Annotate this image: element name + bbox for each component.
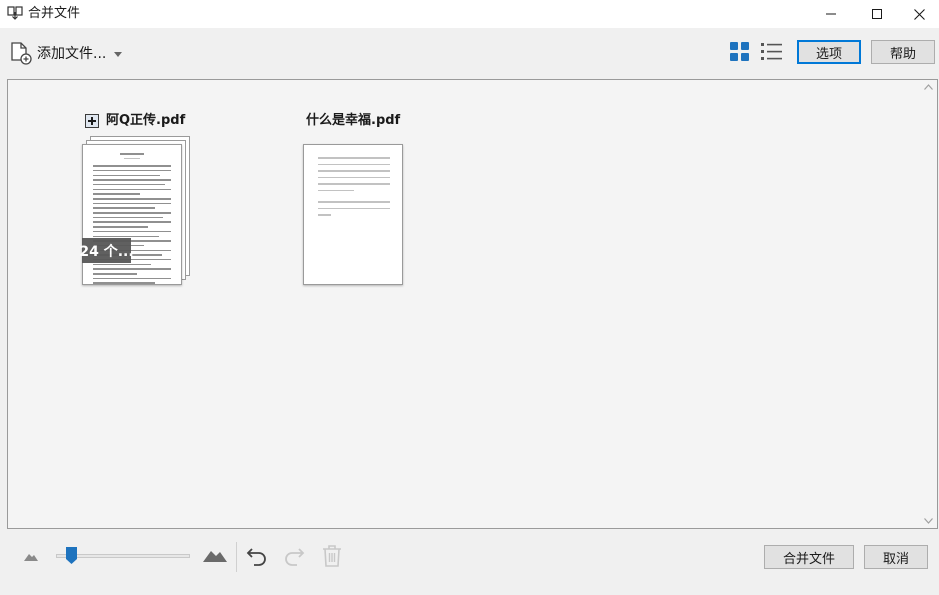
close-icon bbox=[914, 8, 925, 20]
list-view-icon[interactable] bbox=[761, 42, 782, 61]
vertical-scrollbar[interactable] bbox=[920, 80, 937, 528]
help-button[interactable]: 帮助 bbox=[871, 40, 935, 64]
title-bar: 合并文件 bbox=[0, 0, 939, 28]
merge-files-icon bbox=[7, 6, 23, 20]
grid-view-icon[interactable] bbox=[730, 42, 749, 61]
zoom-in-mountain-icon[interactable] bbox=[203, 546, 227, 562]
minimize-button[interactable] bbox=[808, 0, 854, 28]
expand-icon[interactable] bbox=[85, 114, 99, 128]
document-name: 阿Q正传.pdf bbox=[106, 113, 186, 128]
documents-panel[interactable]: 阿Q正传.pdf 什么是幸福.pdf bbox=[7, 79, 938, 529]
add-file-icon bbox=[11, 42, 32, 65]
chevron-down-icon[interactable] bbox=[114, 51, 123, 57]
redo-icon[interactable] bbox=[283, 545, 305, 567]
maximize-icon bbox=[872, 9, 882, 19]
cancel-button[interactable]: 取消 bbox=[864, 545, 928, 569]
maximize-button[interactable] bbox=[854, 0, 900, 28]
chevron-up-icon[interactable] bbox=[924, 84, 933, 90]
add-files-label: 添加文件... bbox=[37, 46, 107, 62]
bottom-bar: 合并文件 取消 bbox=[0, 530, 939, 595]
zoom-out-mountain-icon[interactable] bbox=[24, 551, 38, 561]
minimize-icon bbox=[826, 13, 836, 15]
undo-icon[interactable] bbox=[246, 545, 268, 567]
page-count-badge: 24 个... bbox=[79, 238, 134, 263]
close-button[interactable] bbox=[900, 0, 939, 28]
page-text-lines bbox=[93, 153, 171, 287]
separator bbox=[236, 542, 237, 572]
add-files-button[interactable]: 添加文件... bbox=[9, 40, 123, 66]
options-button[interactable]: 选项 bbox=[797, 40, 861, 64]
window-title: 合并文件 bbox=[28, 6, 81, 21]
trash-icon[interactable] bbox=[321, 544, 343, 568]
merge-files-button[interactable]: 合并文件 bbox=[764, 545, 854, 569]
chevron-down-icon[interactable] bbox=[924, 518, 933, 524]
page-thumbnail[interactable] bbox=[82, 144, 182, 285]
page-text-lines bbox=[318, 157, 390, 219]
page-thumbnail[interactable] bbox=[303, 144, 403, 285]
document-name: 什么是幸福.pdf bbox=[306, 113, 401, 128]
toolbar: 添加文件... 选项 帮助 bbox=[0, 28, 939, 78]
zoom-slider-thumb[interactable] bbox=[66, 547, 77, 564]
